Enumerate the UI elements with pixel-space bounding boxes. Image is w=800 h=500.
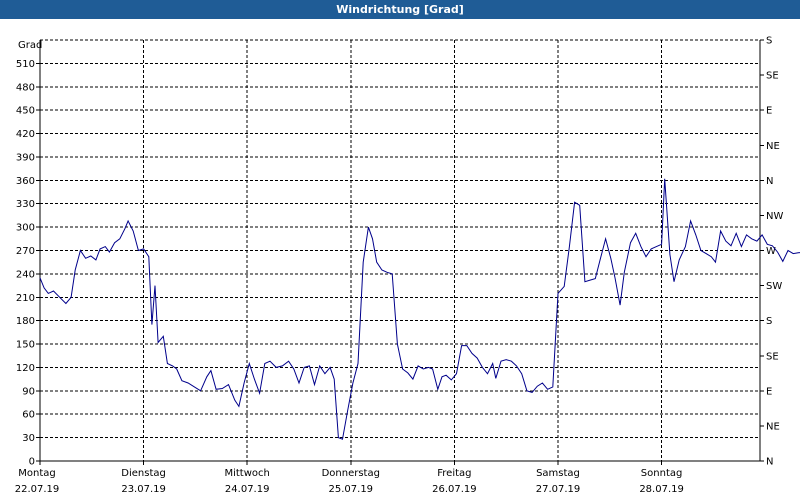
y-tick-label: 240	[16, 269, 35, 280]
x-tick-date-label: 22.07.19	[15, 484, 60, 495]
right-tick-label: S	[766, 316, 772, 327]
y-tick-label: 0	[29, 457, 35, 468]
right-tick-label: E	[766, 386, 772, 397]
x-tick-day-label: Samstag	[536, 468, 580, 479]
y-tick-label: 60	[22, 410, 35, 421]
right-tick-label: S	[766, 36, 772, 47]
x-tick-date-label: 24.07.19	[225, 484, 270, 495]
right-tick-label: NE	[766, 421, 780, 432]
right-tick-label: SE	[766, 71, 779, 82]
right-tick-label: SE	[766, 351, 779, 362]
y-tick-label: 510	[16, 59, 35, 70]
x-tick-day-label: Montag	[18, 468, 55, 479]
x-tick-day-label: Dienstag	[121, 468, 166, 479]
window-title: Windrichtung [Grad]	[0, 0, 800, 19]
y-tick-label: 420	[16, 129, 35, 140]
y-tick-label: 30	[22, 433, 35, 444]
y-tick-label: 450	[16, 106, 35, 117]
x-tick-date-label: 26.07.19	[432, 484, 477, 495]
right-tick-label: E	[766, 106, 772, 117]
y-axis-title: Grad	[18, 40, 42, 51]
y-tick-label: 330	[16, 199, 35, 210]
x-tick-day-label: Mittwoch	[224, 468, 269, 479]
y-tick-label: 480	[16, 82, 35, 93]
right-tick-label: SW	[766, 281, 782, 292]
y-tick-label: 390	[16, 152, 35, 163]
right-tick-label: N	[766, 457, 773, 468]
x-tick-date-label: 28.07.19	[639, 484, 684, 495]
y-tick-label: 360	[16, 176, 35, 187]
y-tick-label: 180	[16, 316, 35, 327]
y-tick-label: 90	[22, 386, 35, 397]
x-tick-day-label: Donnerstag	[322, 468, 380, 479]
x-tick-date-label: 25.07.19	[329, 484, 374, 495]
right-tick-label: NW	[766, 211, 783, 222]
y-tick-label: 300	[16, 223, 35, 234]
y-tick-label: 120	[16, 363, 35, 374]
x-tick-day-label: Freitag	[437, 468, 471, 479]
x-tick-date-label: 27.07.19	[536, 484, 581, 495]
right-tick-label: N	[766, 176, 773, 187]
x-tick-day-label: Sonntag	[641, 468, 683, 479]
y-tick-label: 210	[16, 293, 35, 304]
y-tick-label: 150	[16, 340, 35, 351]
series-line-windrichtung	[39, 178, 800, 440]
wind-direction-chart: 0 30 60 90 120 150 180 210 240 270 300 330 360 390 420…	[15, 36, 800, 495]
y-tick-label: 270	[16, 246, 35, 257]
right-tick-label: NE	[766, 141, 780, 152]
chart-window: Windrichtung [Grad] 0 30 60 90 120 150 180 210 2…	[0, 0, 800, 500]
x-tick-date-label: 23.07.19	[121, 484, 166, 495]
